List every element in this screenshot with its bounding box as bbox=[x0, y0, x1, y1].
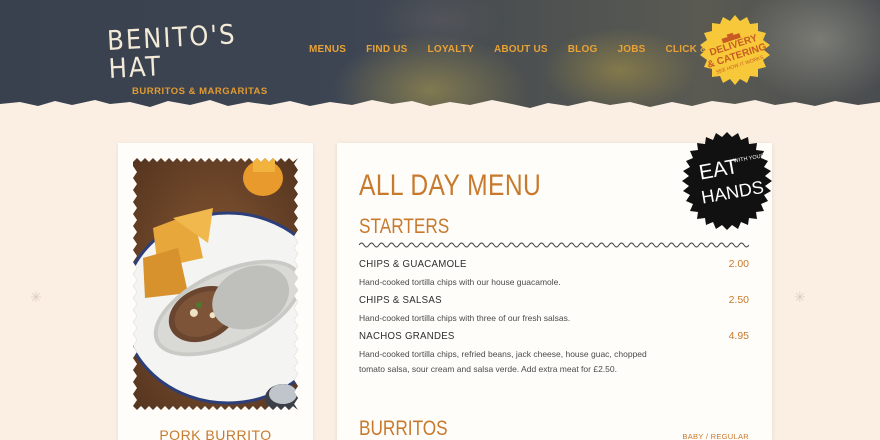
menu-item: CHIPS & GUACAMOLE 2.00 Hand-cooked torti… bbox=[359, 258, 749, 290]
item-price: 2.50 bbox=[728, 294, 749, 306]
brand-tagline: BURRITOS & MARGARITAS bbox=[132, 86, 268, 97]
feature-card[interactable]: PORK BURRITO bbox=[118, 143, 313, 440]
brand-name: BENITO'S HAT bbox=[106, 19, 238, 85]
size-note: BABY / REGULAR bbox=[682, 432, 749, 440]
item-description: Hand-cooked tortilla chips, refried bean… bbox=[359, 347, 749, 377]
item-description-line: tomato salsa, sour cream and salsa verde… bbox=[359, 364, 617, 374]
item-description: Hand-cooked tortilla chips with three of… bbox=[359, 313, 571, 323]
nav-jobs[interactable]: JOBS bbox=[617, 44, 645, 55]
torn-paper-edge bbox=[0, 100, 880, 118]
nav-loyalty[interactable]: LOYALTY bbox=[428, 44, 474, 55]
item-price: 4.95 bbox=[728, 330, 749, 342]
delivery-catering-badge[interactable]: ▄▆▄ DELIVERY & CATERING SEE HOW IT WORKS bbox=[699, 14, 771, 86]
item-description: Hand-cooked tortilla chips with our hous… bbox=[359, 277, 561, 287]
nav-find-us[interactable]: FIND US bbox=[366, 44, 407, 55]
feature-item-label: PORK BURRITO bbox=[159, 427, 272, 440]
item-name: NACHOS GRANDES bbox=[359, 330, 455, 342]
eat-with-your-hands-badge: EAT WITH YOUR HANDS bbox=[682, 132, 772, 230]
pork-burrito-photo bbox=[133, 158, 298, 410]
sparkle-decoration-right: ✳ bbox=[794, 290, 806, 306]
wavy-divider bbox=[359, 242, 749, 248]
item-name: CHIPS & GUACAMOLE bbox=[359, 258, 467, 270]
nav-about-us[interactable]: ABOUT US bbox=[494, 44, 548, 55]
menu-title: ALL DAY MENU bbox=[359, 169, 542, 202]
menu-item: CHIPS & SALSAS 2.50 Hand-cooked tortilla… bbox=[359, 294, 749, 326]
brand-logo[interactable]: BENITO'S HAT BURRITOS & MARGARITAS bbox=[106, 19, 268, 97]
nav-blog[interactable]: BLOG bbox=[568, 44, 598, 55]
menu-item: NACHOS GRANDES 4.95 Hand-cooked tortilla… bbox=[359, 330, 749, 377]
item-description-line: Hand-cooked tortilla chips, refried bean… bbox=[359, 349, 647, 359]
sparkle-decoration-left: ✳ bbox=[30, 290, 42, 306]
nav-menus[interactable]: MENUS bbox=[309, 44, 346, 55]
item-price: 2.00 bbox=[728, 258, 749, 270]
section-title-starters: STARTERS bbox=[359, 215, 450, 238]
item-name: CHIPS & SALSAS bbox=[359, 294, 442, 306]
section-title-burritos: BURRITOS bbox=[359, 417, 448, 440]
site-header: BENITO'S HAT BURRITOS & MARGARITAS MENUS… bbox=[0, 0, 880, 118]
